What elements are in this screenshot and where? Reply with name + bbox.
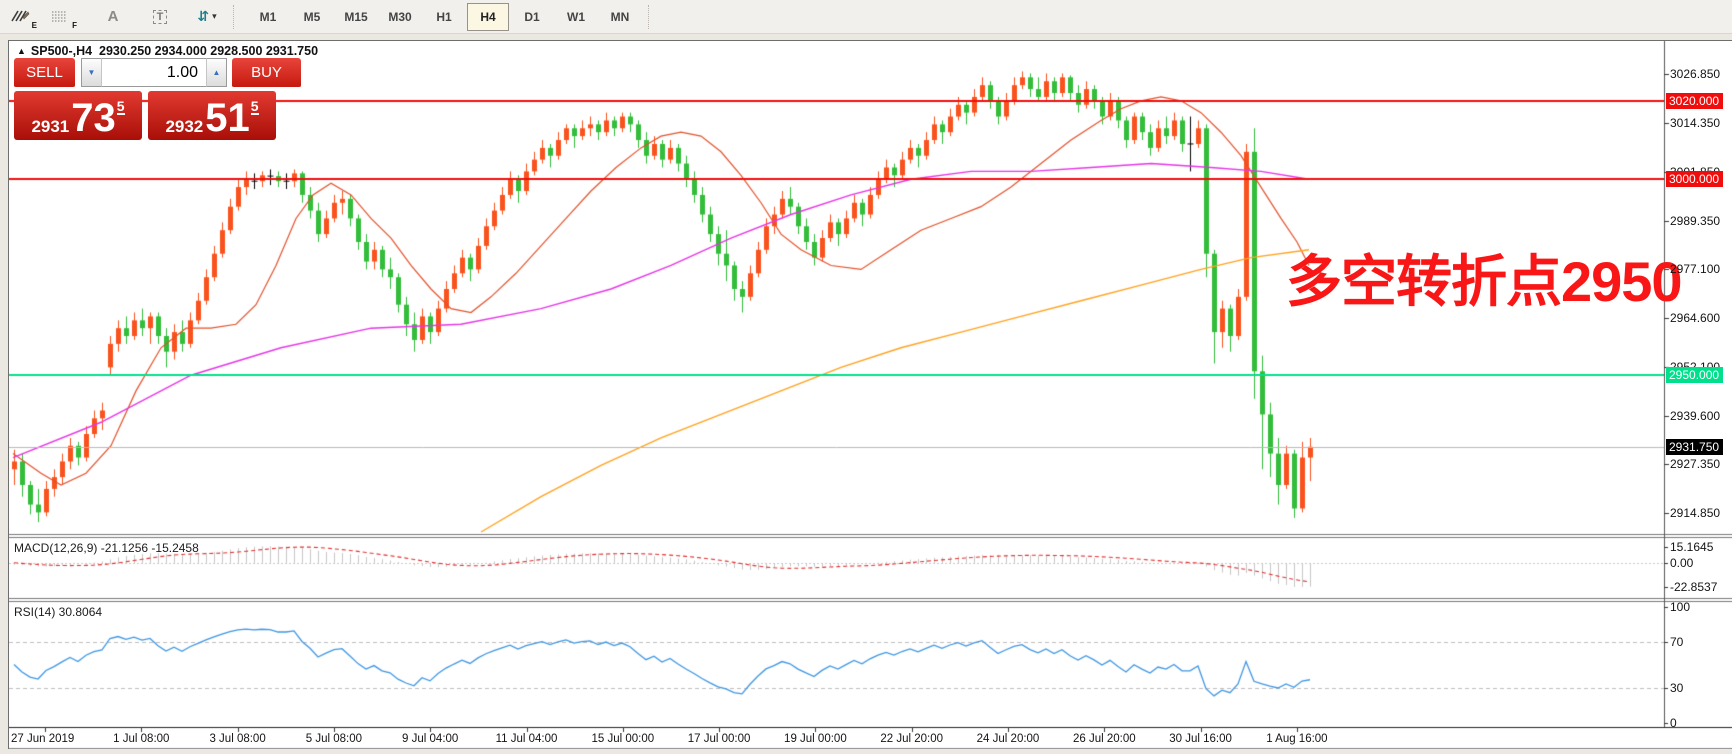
timeframe-M30[interactable]: M30 [379, 3, 421, 31]
sell-button[interactable]: SELL [14, 58, 75, 89]
sell-price-big: 73 [71, 100, 116, 137]
ohlc-low: 2928.500 [210, 44, 262, 58]
price-tick-label: 2977.100 [1670, 262, 1720, 276]
price-tick-label: 2939.600 [1670, 409, 1720, 423]
toolbar: E F A T ⇵ ▾ M1M5M15M30H1H4D1W1MN [0, 0, 1732, 34]
rsi-tick-label: 70 [1670, 635, 1683, 649]
symbol-ohlc-header: ▲ SP500-,H4 2930.250 2934.000 2928.500 29… [17, 44, 318, 58]
ohlc-high: 2934.000 [155, 44, 207, 58]
timeframe-M15[interactable]: M15 [335, 3, 377, 31]
volume-increase-button[interactable]: ▲ [206, 58, 227, 87]
symbol-name: SP500-,H4 [31, 44, 92, 58]
time-tick-label: 5 Jul 08:00 [306, 733, 362, 745]
time-tick-label: 22 Jul 20:00 [880, 733, 943, 745]
text-icon: T [153, 10, 168, 24]
price-level-badge: 2931.750 [1666, 439, 1723, 455]
volume-control: ▼ ▲ [81, 58, 227, 89]
toolbar-separator [233, 5, 240, 29]
price-level-badge: 2950.000 [1666, 367, 1723, 383]
subscript-f: F [72, 21, 77, 30]
buy-button[interactable]: BUY [232, 58, 301, 89]
time-tick-label: 1 Jul 08:00 [113, 733, 169, 745]
toolbar-separator [648, 5, 655, 29]
text-label-button[interactable]: T [141, 3, 179, 31]
timeframe-bar: M1M5M15M30H1H4D1W1MN [246, 3, 642, 31]
terminal-window: E F A T ⇵ ▾ M1M5M15M30H1H4D1W1MN ▲ SP500-… [0, 0, 1732, 754]
time-tick-label: 26 Jul 20:00 [1073, 733, 1136, 745]
trade-panel-top-row: SELL ▼ ▲ BUY [14, 58, 306, 89]
price-tick-label: 3026.850 [1670, 67, 1720, 81]
price-level-badge: 3020.000 [1666, 93, 1723, 109]
arrange-arrows-button[interactable]: ⇵ ▾ [188, 3, 226, 31]
rsi-tick-label: 30 [1670, 681, 1683, 695]
grid-setup-button[interactable]: F [41, 3, 79, 31]
price-tick-label: 3014.350 [1670, 116, 1720, 130]
time-tick-label: 11 Jul 04:00 [496, 733, 558, 745]
chevron-down-icon: ▾ [212, 11, 217, 22]
chart-window: ▲ SP500-,H4 2930.250 2934.000 2928.500 29… [8, 40, 1732, 749]
time-tick-label: 9 Jul 04:00 [402, 733, 458, 745]
price-tick-label: 2927.350 [1670, 457, 1720, 471]
timeframe-D1[interactable]: D1 [511, 3, 553, 31]
volume-decrease-button[interactable]: ▼ [81, 58, 102, 87]
cursor-button[interactable]: A [94, 3, 132, 31]
timeframe-H4[interactable]: H4 [467, 3, 509, 31]
subscript-e: E [32, 21, 37, 30]
timeframe-M5[interactable]: M5 [291, 3, 333, 31]
buy-price-big: 51 [205, 100, 250, 137]
macd-tick-label: -22.8537 [1670, 580, 1717, 594]
sell-price-prefix: 2931 [31, 116, 69, 137]
timeframe-MN[interactable]: MN [599, 3, 641, 31]
price-level-badge: 3000.000 [1666, 171, 1723, 187]
macd-indicator-label: MACD(12,26,9) -21.1256 -15.2458 [14, 541, 199, 555]
time-tick-label: 19 Jul 00:00 [784, 733, 847, 745]
macd-tick-label: 0.00 [1670, 556, 1693, 570]
time-tick-label: 1 Aug 16:00 [1266, 733, 1327, 745]
grid-icon [51, 9, 69, 25]
volume-input[interactable] [102, 58, 206, 87]
timeframe-H1[interactable]: H1 [423, 3, 465, 31]
expert-advisors-button[interactable]: E [1, 3, 39, 31]
ohlc-open: 2930.250 [99, 44, 151, 58]
buy-price-prefix: 2932 [165, 116, 203, 137]
chart-pencil-icon [10, 8, 30, 25]
price-tick-label: 2989.350 [1670, 214, 1720, 228]
rsi-indicator-label: RSI(14) 30.8064 [14, 605, 102, 619]
sell-price-fraction: 5 [117, 99, 125, 115]
symbol-tree-arrow-icon: ▲ [17, 46, 26, 56]
time-tick-label: 30 Jul 16:00 [1169, 733, 1232, 745]
time-tick-label: 3 Jul 08:00 [209, 733, 265, 745]
trade-panel-price-row: 2931 73 5 2932 51 5 [14, 91, 306, 140]
main-chart-canvas[interactable] [9, 41, 1732, 749]
timeframe-M1[interactable]: M1 [247, 3, 289, 31]
sell-price-box[interactable]: 2931 73 5 [14, 91, 142, 140]
macd-tick-label: 15.1645 [1670, 540, 1713, 554]
time-tick-label: 15 Jul 00:00 [591, 733, 654, 745]
arrows-icon: ⇵ [197, 8, 209, 25]
ohlc-close: 2931.750 [266, 44, 318, 58]
buy-price-fraction: 5 [251, 99, 259, 115]
chart-text-annotation[interactable]: 多空转折点2950 [1286, 254, 1682, 310]
price-tick-label: 2914.850 [1670, 506, 1720, 520]
rsi-tick-label: 100 [1670, 600, 1690, 614]
time-tick-label: 24 Jul 20:00 [977, 733, 1040, 745]
timeframe-W1[interactable]: W1 [555, 3, 597, 31]
buy-price-box[interactable]: 2932 51 5 [148, 91, 276, 140]
rsi-tick-label: 0 [1670, 716, 1677, 730]
one-click-trading-panel: SELL ▼ ▲ BUY 2931 73 5 2932 51 5 [14, 58, 306, 140]
time-tick-label: 27 Jun 2019 [11, 733, 74, 745]
price-tick-label: 2964.600 [1670, 311, 1720, 325]
time-tick-label: 17 Jul 00:00 [688, 733, 751, 745]
